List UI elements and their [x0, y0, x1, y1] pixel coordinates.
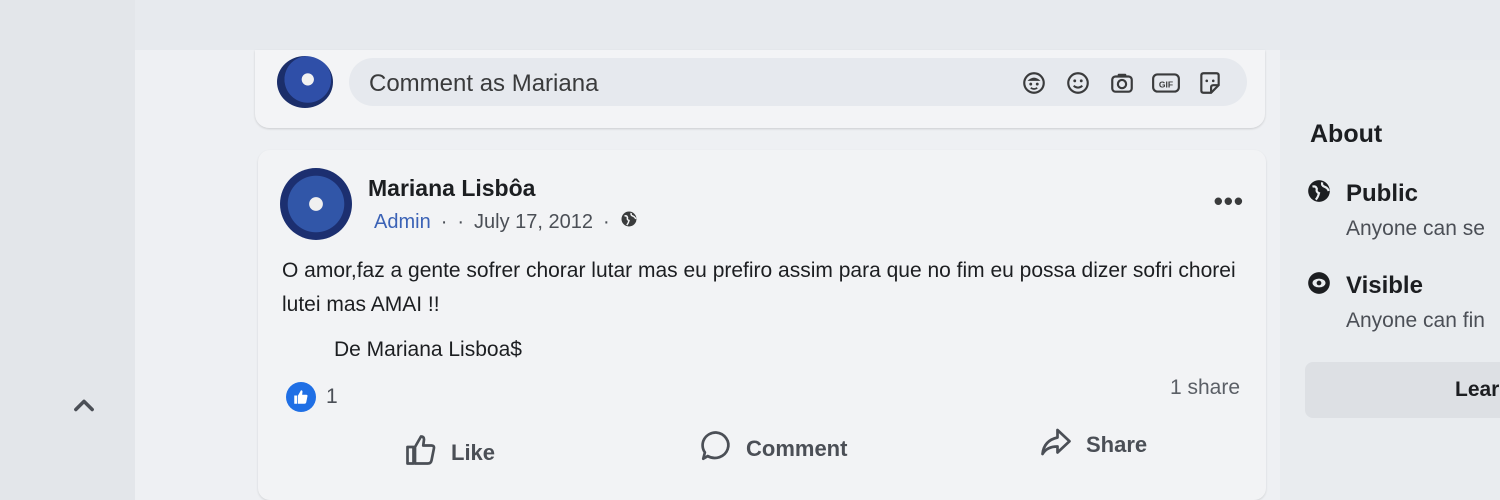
- camera-icon[interactable]: [1107, 70, 1137, 96]
- like-button[interactable]: Like: [403, 432, 495, 474]
- emoji-icon[interactable]: [1063, 70, 1093, 96]
- post-meta: Admin · · July 17, 2012 ·: [374, 210, 638, 234]
- about-title: About: [1310, 120, 1383, 148]
- comment-composer: Comment as Mariana GIF: [255, 50, 1265, 128]
- like-reaction-icon: [286, 382, 316, 412]
- post-author[interactable]: Mariana Lisbôa: [368, 175, 535, 202]
- public-label: Public: [1346, 179, 1419, 207]
- meta-separator: ·: [440, 210, 448, 233]
- speech-bubble-icon: [698, 428, 734, 470]
- globe-icon: [1306, 178, 1332, 209]
- comment-input[interactable]: Comment as Mariana GIF: [349, 58, 1247, 106]
- avatar[interactable]: [277, 56, 333, 108]
- eye-icon: [1306, 270, 1332, 301]
- share-label: Share: [1086, 432, 1148, 457]
- gif-icon-label: GIF: [1159, 79, 1173, 89]
- post-text: O amor,faz a gente sofrer chorar lutar m…: [282, 259, 1236, 316]
- more-options-icon[interactable]: •••: [1214, 186, 1244, 217]
- post-date[interactable]: July 17, 2012: [474, 211, 593, 234]
- about-visible: Visible Anyone can fin: [1306, 270, 1485, 333]
- learn-more-button[interactable]: Lear: [1305, 362, 1500, 418]
- comment-label: Comment: [746, 436, 848, 461]
- left-gutter: [0, 0, 135, 500]
- post-actions: Like Comment Share: [258, 426, 1266, 476]
- visible-label: Visible: [1346, 271, 1423, 299]
- comment-placeholder: Comment as Mariana: [369, 70, 599, 97]
- thumbs-up-icon: [403, 432, 439, 474]
- admin-badge[interactable]: Admin: [374, 211, 431, 234]
- like-label: Like: [451, 440, 496, 465]
- public-description: Anyone can se: [1346, 217, 1485, 240]
- scroll-up-icon[interactable]: [70, 392, 98, 420]
- globe-icon: [620, 210, 638, 234]
- sticker-icon[interactable]: [1195, 70, 1225, 96]
- avatar-sticker-icon[interactable]: [1019, 70, 1049, 96]
- share-arrow-icon: [1038, 424, 1074, 466]
- avatar[interactable]: [280, 168, 352, 240]
- post-signature: De Mariana Lisboa$: [334, 338, 522, 361]
- gif-icon[interactable]: GIF: [1151, 70, 1181, 96]
- reaction-summary[interactable]: 1: [286, 382, 338, 412]
- reaction-count: 1: [326, 385, 338, 408]
- meta-separator: ·: [457, 210, 465, 233]
- meta-separator: ·: [603, 210, 610, 233]
- about-public: Public Anyone can se: [1306, 178, 1485, 241]
- share-count[interactable]: 1 share: [1170, 376, 1240, 400]
- post-card: Mariana Lisbôa Admin · · July 17, 2012 ·…: [258, 150, 1266, 500]
- share-button[interactable]: Share: [1038, 424, 1147, 466]
- comment-button[interactable]: Comment: [698, 428, 847, 470]
- visible-description: Anyone can fin: [1346, 309, 1485, 332]
- comment-tools: GIF: [1019, 70, 1225, 96]
